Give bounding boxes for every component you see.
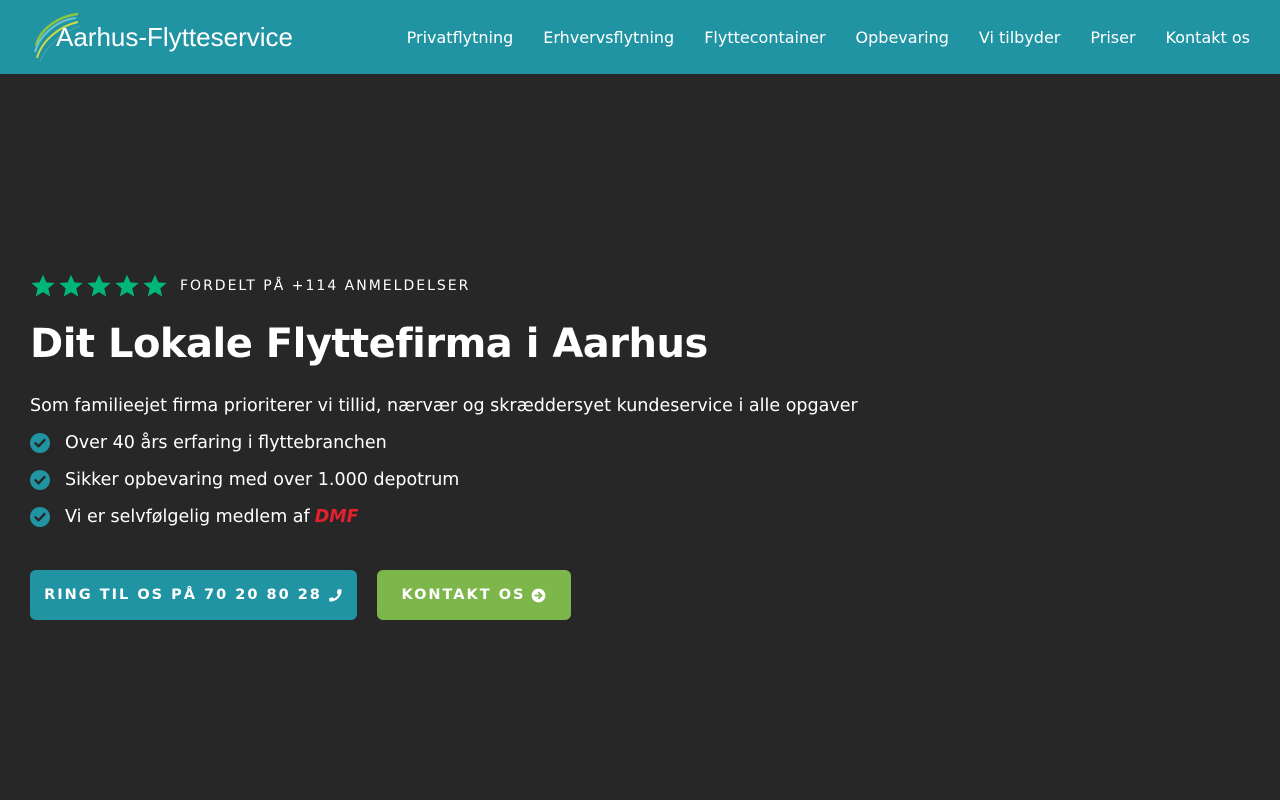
feature-list: Over 40 års erfaring i flyttebranchen Si… — [30, 424, 930, 535]
nav-erhvervsflytning[interactable]: Erhvervsflytning — [543, 28, 674, 47]
list-item: Over 40 års erfaring i flyttebranchen — [30, 424, 930, 461]
nav-kontakt-os[interactable]: Kontakt os — [1166, 28, 1250, 47]
star-icon — [87, 274, 111, 297]
check-circle-icon — [30, 432, 50, 453]
call-button[interactable]: RING TIL OS PÅ 70 20 80 28 — [30, 570, 357, 620]
call-button-label: RING TIL OS PÅ 70 20 80 28 — [44, 587, 322, 603]
hero-section: FORDELT PÅ +114 ANMELDELSER Dit Lokale F… — [30, 270, 930, 620]
arrow-circle-right-icon — [532, 588, 546, 602]
star-rating — [30, 273, 168, 299]
phone-icon — [328, 588, 342, 602]
contact-button-label: KONTAKT OS — [401, 587, 526, 603]
hero-lead: Som familieejet firma prioriterer vi til… — [30, 396, 858, 416]
nav-flyttecontainer[interactable]: Flyttecontainer — [704, 28, 825, 47]
feature-text: Vi er selvfølgelig medlem af — [65, 506, 310, 527]
check-circle-icon — [30, 469, 50, 490]
list-item: Vi er selvfølgelig medlem af DMF — [30, 498, 930, 535]
logo-swoosh-icon: Aarhus-Flytteservice — [34, 12, 293, 63]
star-icon — [115, 274, 139, 297]
rating-row: FORDELT PÅ +114 ANMELDELSER — [30, 270, 930, 302]
nav-opbevaring[interactable]: Opbevaring — [856, 28, 949, 47]
star-icon — [143, 274, 167, 297]
logo-text: Aarhus-Flytteservice — [56, 22, 293, 52]
nav-privatflytning[interactable]: Privatflytning — [407, 28, 514, 47]
page-title: Dit Lokale Flyttefirma i Aarhus — [30, 321, 708, 367]
rating-text: FORDELT PÅ +114 ANMELDELSER — [180, 278, 471, 294]
dmf-badge: DMF — [314, 506, 359, 527]
main-nav: Privatflytning Erhvervsflytning Flytteco… — [407, 28, 1250, 47]
cta-buttons: RING TIL OS PÅ 70 20 80 28 KONTAKT OS — [30, 570, 930, 620]
feature-text: Sikker opbevaring med over 1.000 depotru… — [65, 469, 460, 490]
check-circle-icon — [30, 506, 50, 527]
feature-text: Over 40 års erfaring i flyttebranchen — [65, 432, 387, 453]
logo-link[interactable]: Aarhus-Flytteservice — [32, 0, 312, 74]
list-item: Sikker opbevaring med over 1.000 depotru… — [30, 461, 930, 498]
star-icon — [59, 274, 83, 297]
nav-priser[interactable]: Priser — [1090, 28, 1135, 47]
nav-vi-tilbyder[interactable]: Vi tilbyder — [979, 28, 1061, 47]
star-icon — [31, 274, 55, 297]
contact-button[interactable]: KONTAKT OS — [377, 570, 571, 620]
site-header: Aarhus-Flytteservice Privatflytning Erhv… — [0, 0, 1280, 74]
